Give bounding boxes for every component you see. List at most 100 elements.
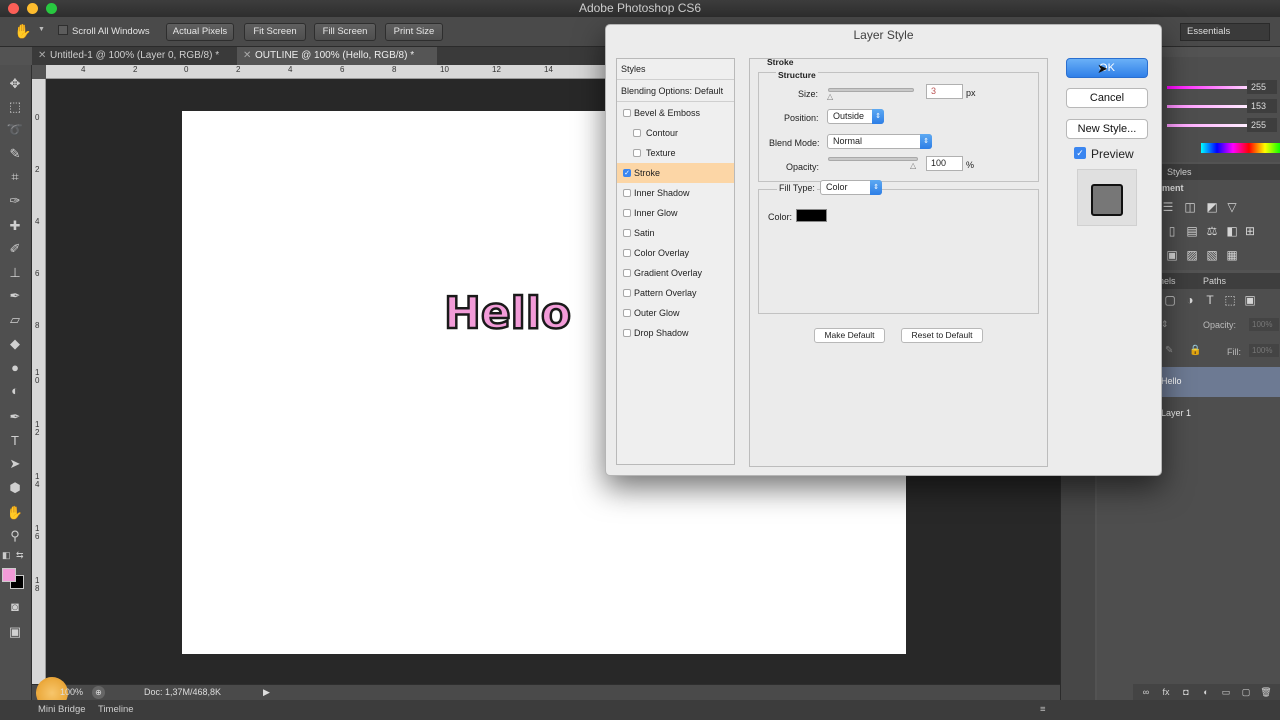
add-mask-icon[interactable]: ◘ (1179, 685, 1193, 699)
balance-icon[interactable]: ⚖ (1205, 224, 1219, 238)
style-item-satin[interactable]: Satin (617, 223, 734, 243)
new-group-icon[interactable]: ▭ (1219, 685, 1233, 699)
paths-tab[interactable]: Paths (1203, 273, 1226, 289)
opacity-field[interactable]: 100% (1249, 318, 1279, 331)
opacity-slider-track[interactable] (828, 157, 918, 161)
style-checkbox[interactable] (633, 129, 641, 137)
invert-icon[interactable]: ▣ (1165, 248, 1179, 262)
hue-icon[interactable]: ▤ (1185, 224, 1199, 238)
dodge-tool-icon[interactable]: ◐ (5, 382, 25, 400)
path-selection-tool-icon[interactable]: ➤ (5, 455, 25, 473)
size-slider-track[interactable] (828, 88, 914, 92)
close-window-button[interactable] (8, 3, 19, 14)
new-adjustment-icon[interactable]: ◐ (1199, 685, 1213, 699)
size-input[interactable]: 3 (926, 84, 963, 99)
fill-field[interactable]: 100% (1249, 344, 1279, 357)
color-spectrum-bar[interactable] (1201, 143, 1280, 153)
filter-smart-object-icon[interactable]: ▣ (1243, 293, 1257, 307)
opacity-input[interactable]: 100 (926, 156, 963, 171)
panel-menu-icon[interactable]: ≡ (1040, 700, 1046, 720)
style-item-drop-shadow[interactable]: Drop Shadow (617, 323, 734, 343)
style-checkbox[interactable] (623, 269, 631, 277)
exposure-icon[interactable]: ◩ (1205, 200, 1219, 214)
brush-tool-icon[interactable]: ✐ (5, 240, 25, 258)
eraser-tool-icon[interactable]: ▱ (5, 311, 25, 329)
tab-untitled-1[interactable]: ✕ Untitled-1 @ 100% (Layer 0, RGB/8) * (32, 47, 237, 65)
style-checkbox[interactable] (623, 309, 631, 317)
default-colors-icon[interactable]: ◧ (2, 550, 11, 561)
new-layer-icon[interactable]: ▢ (1239, 685, 1253, 699)
levels-icon[interactable]: ☰ (1161, 200, 1175, 214)
crop-tool-icon[interactable]: ⌗ (5, 168, 25, 186)
style-item-bevel-emboss[interactable]: Bevel & Emboss (617, 103, 734, 123)
type-tool-icon[interactable]: T (5, 432, 25, 450)
stroke-color-swatch[interactable] (796, 209, 827, 222)
curves-icon[interactable]: ◫ (1183, 200, 1197, 214)
workspace-switcher[interactable]: Essentials (1180, 23, 1270, 41)
style-checkbox[interactable] (623, 189, 631, 197)
posterize-icon[interactable]: ▨ (1185, 248, 1199, 262)
mini-bridge-tab[interactable]: Mini Bridge (38, 700, 86, 720)
filter-shape-icon[interactable]: ⬚ (1223, 293, 1237, 307)
close-tab-icon[interactable]: ✕ (243, 47, 251, 65)
style-item-gradient-overlay[interactable]: Gradient Overlay (617, 263, 734, 283)
link-layers-icon[interactable]: ∞ (1139, 685, 1153, 699)
position-select[interactable]: Outside ⇕ (827, 109, 884, 124)
gradient-map-icon[interactable]: ▽ (1225, 200, 1239, 214)
style-checkbox[interactable] (623, 289, 631, 297)
green-value[interactable]: 153 (1247, 99, 1277, 113)
tool-preset-chevron-icon[interactable]: ▼ (38, 26, 45, 33)
make-default-button[interactable]: Make Default (814, 328, 885, 343)
fill-type-select[interactable]: Color ⇕ (820, 180, 882, 195)
style-item-color-overlay[interactable]: Color Overlay (617, 243, 734, 263)
layer-row-hello[interactable]: Hello (1153, 367, 1280, 397)
hello-text-layer[interactable]: Hello (443, 287, 573, 341)
fx-icon[interactable]: fx (1159, 685, 1173, 699)
style-item-texture[interactable]: Texture (617, 143, 734, 163)
tab-outline[interactable]: ✕ OUTLINE @ 100% (Hello, RGB/8) * (237, 47, 437, 65)
new-style-button[interactable]: New Style... (1066, 119, 1148, 139)
print-size-button[interactable]: Print Size (385, 23, 443, 41)
vibrance-icon[interactable]: ▯ (1165, 224, 1179, 238)
style-checkbox[interactable] (623, 109, 631, 117)
hand-tool-icon[interactable]: ✋ (5, 504, 25, 522)
style-checkbox[interactable]: ✓ (623, 169, 631, 177)
style-checkbox[interactable] (623, 209, 631, 217)
style-checkbox[interactable] (633, 149, 641, 157)
blending-options-item[interactable]: Blending Options: Default (617, 81, 734, 102)
style-item-pattern-overlay[interactable]: Pattern Overlay (617, 283, 734, 303)
swap-colors-icon[interactable]: ⇆ (16, 550, 24, 561)
foreground-color-swatch[interactable] (2, 568, 16, 582)
red-value[interactable]: 255 (1247, 80, 1277, 94)
clone-stamp-tool-icon[interactable]: ⊥ (5, 264, 25, 282)
marquee-tool-icon[interactable]: ⬚ (5, 98, 25, 116)
preview-checkbox[interactable]: ✓ (1074, 147, 1086, 159)
blend-mode-select[interactable]: Normal ⇕ (827, 134, 932, 149)
blue-value[interactable]: 255 (1247, 118, 1277, 132)
minimize-window-button[interactable] (27, 3, 38, 14)
fill-screen-button[interactable]: Fill Screen (314, 23, 376, 41)
size-slider-thumb-icon[interactable]: △ (827, 93, 835, 101)
quick-mask-icon[interactable]: ◙ (5, 598, 25, 616)
hand-tool-icon[interactable]: ✋ (14, 23, 31, 40)
style-checkbox[interactable] (623, 229, 631, 237)
eyedropper-tool-icon[interactable]: ✑ (5, 192, 25, 210)
shape-tool-icon[interactable]: ⬢ (5, 479, 25, 497)
actual-pixels-button[interactable]: Actual Pixels (166, 23, 234, 41)
paint-bucket-tool-icon[interactable]: ◆ (5, 335, 25, 353)
lock-all-icon[interactable]: 🔒 (1189, 345, 1201, 356)
zoom-level[interactable]: 100% (60, 685, 83, 700)
style-item-inner-shadow[interactable]: Inner Shadow (617, 183, 734, 203)
selective-color-icon[interactable]: ▦ (1225, 248, 1239, 262)
filter-pixel-icon[interactable]: ▢ (1163, 293, 1177, 307)
style-item-outer-glow[interactable]: Outer Glow (617, 303, 734, 323)
fit-screen-button[interactable]: Fit Screen (244, 23, 306, 41)
blend-mode-dropdown-icon[interactable]: ⇕ (1161, 319, 1169, 330)
threshold-icon[interactable]: ▧ (1205, 248, 1219, 262)
reset-to-default-button[interactable]: Reset to Default (901, 328, 983, 343)
style-item-inner-glow[interactable]: Inner Glow (617, 203, 734, 223)
screen-mode-icon[interactable]: ▣ (5, 623, 25, 641)
cancel-button[interactable]: Cancel (1066, 88, 1148, 108)
status-menu-arrow-icon[interactable]: ▶ (263, 685, 270, 700)
lock-pixels-icon[interactable]: ✎ (1165, 345, 1173, 356)
